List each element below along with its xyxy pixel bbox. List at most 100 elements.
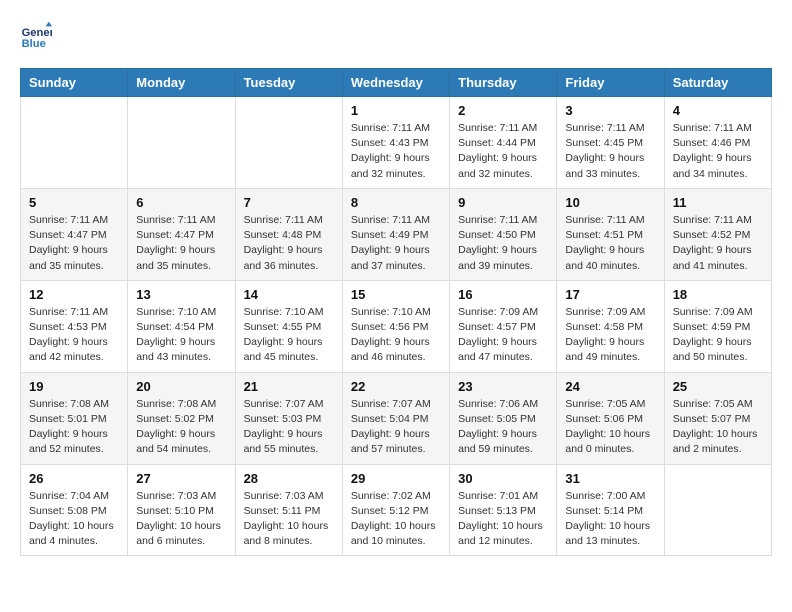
day-number: 17 — [565, 287, 655, 302]
day-cell: 27 Sunrise: 7:03 AM Sunset: 5:10 PM Dayli… — [128, 464, 235, 556]
day-cell: 13Sunrise: 7:10 AM Sunset: 4:54 PM Dayli… — [128, 280, 235, 372]
day-cell: 28 Sunrise: 7:03 AM Sunset: 5:11 PM Dayli… — [235, 464, 342, 556]
weekday-header-sunday: Sunday — [21, 69, 128, 97]
day-cell: 22 Sunrise: 7:07 AM Sunset: 5:04 PM Dayli… — [342, 372, 449, 464]
day-cell: 19Sunrise: 7:08 AM Sunset: 5:01 PM Dayli… — [21, 372, 128, 464]
day-cell — [664, 464, 771, 556]
day-cell: 11 Sunrise: 7:11 AM Sunset: 4:52 PM Dayli… — [664, 188, 771, 280]
day-cell: 7 Sunrise: 7:11 AM Sunset: 4:48 PM Daylig… — [235, 188, 342, 280]
day-info: Sunrise: 7:11 AM Sunset: 4:50 PM Dayligh… — [458, 213, 548, 274]
week-row-2: 5 Sunrise: 7:11 AM Sunset: 4:47 PM Daylig… — [21, 188, 772, 280]
day-cell: 8Sunrise: 7:11 AM Sunset: 4:49 PM Daylig… — [342, 188, 449, 280]
day-cell: 26 Sunrise: 7:04 AM Sunset: 5:08 PM Dayli… — [21, 464, 128, 556]
day-number: 16 — [458, 287, 548, 302]
week-row-5: 26 Sunrise: 7:04 AM Sunset: 5:08 PM Dayli… — [21, 464, 772, 556]
page-header: General Blue — [20, 20, 772, 52]
weekday-header-monday: Monday — [128, 69, 235, 97]
day-number: 12 — [29, 287, 119, 302]
day-number: 2 — [458, 103, 548, 118]
day-number: 31 — [565, 471, 655, 486]
day-number: 9 — [458, 195, 548, 210]
day-cell: 21Sunrise: 7:07 AM Sunset: 5:03 PM Dayli… — [235, 372, 342, 464]
day-cell: 24 Sunrise: 7:05 AM Sunset: 5:06 PM Dayli… — [557, 372, 664, 464]
day-info: Sunrise: 7:04 AM Sunset: 5:08 PM Dayligh… — [29, 489, 119, 550]
day-number: 13 — [136, 287, 226, 302]
week-row-4: 19Sunrise: 7:08 AM Sunset: 5:01 PM Dayli… — [21, 372, 772, 464]
day-number: 28 — [244, 471, 334, 486]
day-number: 11 — [673, 195, 763, 210]
svg-text:Blue: Blue — [22, 38, 46, 50]
day-number: 15 — [351, 287, 441, 302]
day-number: 23 — [458, 379, 548, 394]
day-number: 18 — [673, 287, 763, 302]
weekday-header-tuesday: Tuesday — [235, 69, 342, 97]
day-number: 3 — [565, 103, 655, 118]
day-cell: 1Sunrise: 7:11 AM Sunset: 4:43 PM Daylig… — [342, 97, 449, 189]
day-cell: 17 Sunrise: 7:09 AM Sunset: 4:58 PM Dayli… — [557, 280, 664, 372]
day-number: 26 — [29, 471, 119, 486]
day-info: Sunrise: 7:11 AM Sunset: 4:46 PM Dayligh… — [673, 121, 763, 182]
day-cell: 14 Sunrise: 7:10 AM Sunset: 4:55 PM Dayli… — [235, 280, 342, 372]
day-cell: 31Sunrise: 7:00 AM Sunset: 5:14 PM Dayli… — [557, 464, 664, 556]
day-cell: 4 Sunrise: 7:11 AM Sunset: 4:46 PM Daylig… — [664, 97, 771, 189]
day-number: 22 — [351, 379, 441, 394]
day-info: Sunrise: 7:11 AM Sunset: 4:52 PM Dayligh… — [673, 213, 763, 274]
day-info: Sunrise: 7:03 AM Sunset: 5:11 PM Dayligh… — [244, 489, 334, 550]
day-info: Sunrise: 7:11 AM Sunset: 4:51 PM Dayligh… — [565, 213, 655, 274]
day-cell: 12 Sunrise: 7:11 AM Sunset: 4:53 PM Dayli… — [21, 280, 128, 372]
day-cell: 6 Sunrise: 7:11 AM Sunset: 4:47 PM Daylig… — [128, 188, 235, 280]
day-info: Sunrise: 7:08 AM Sunset: 5:01 PM Dayligh… — [29, 397, 119, 458]
day-info: Sunrise: 7:01 AM Sunset: 5:13 PM Dayligh… — [458, 489, 548, 550]
day-number: 4 — [673, 103, 763, 118]
day-cell — [21, 97, 128, 189]
day-number: 7 — [244, 195, 334, 210]
day-info: Sunrise: 7:09 AM Sunset: 4:57 PM Dayligh… — [458, 305, 548, 366]
day-cell: 2 Sunrise: 7:11 AM Sunset: 4:44 PM Daylig… — [450, 97, 557, 189]
day-cell — [128, 97, 235, 189]
day-number: 14 — [244, 287, 334, 302]
day-number: 6 — [136, 195, 226, 210]
day-cell — [235, 97, 342, 189]
week-row-3: 12 Sunrise: 7:11 AM Sunset: 4:53 PM Dayli… — [21, 280, 772, 372]
day-number: 27 — [136, 471, 226, 486]
weekday-header-thursday: Thursday — [450, 69, 557, 97]
weekday-header-wednesday: Wednesday — [342, 69, 449, 97]
weekday-header-saturday: Saturday — [664, 69, 771, 97]
day-info: Sunrise: 7:08 AM Sunset: 5:02 PM Dayligh… — [136, 397, 226, 458]
day-info: Sunrise: 7:11 AM Sunset: 4:44 PM Dayligh… — [458, 121, 548, 182]
day-info: Sunrise: 7:11 AM Sunset: 4:48 PM Dayligh… — [244, 213, 334, 274]
day-cell: 15 Sunrise: 7:10 AM Sunset: 4:56 PM Dayli… — [342, 280, 449, 372]
day-number: 5 — [29, 195, 119, 210]
week-row-1: 1Sunrise: 7:11 AM Sunset: 4:43 PM Daylig… — [21, 97, 772, 189]
day-info: Sunrise: 7:05 AM Sunset: 5:06 PM Dayligh… — [565, 397, 655, 458]
calendar-table: SundayMondayTuesdayWednesdayThursdayFrid… — [20, 68, 772, 556]
day-info: Sunrise: 7:10 AM Sunset: 4:55 PM Dayligh… — [244, 305, 334, 366]
day-info: Sunrise: 7:02 AM Sunset: 5:12 PM Dayligh… — [351, 489, 441, 550]
day-number: 10 — [565, 195, 655, 210]
day-info: Sunrise: 7:09 AM Sunset: 4:58 PM Dayligh… — [565, 305, 655, 366]
day-info: Sunrise: 7:10 AM Sunset: 4:56 PM Dayligh… — [351, 305, 441, 366]
day-info: Sunrise: 7:09 AM Sunset: 4:59 PM Dayligh… — [673, 305, 763, 366]
day-cell: 20Sunrise: 7:08 AM Sunset: 5:02 PM Dayli… — [128, 372, 235, 464]
day-cell: 18 Sunrise: 7:09 AM Sunset: 4:59 PM Dayli… — [664, 280, 771, 372]
day-cell: 23 Sunrise: 7:06 AM Sunset: 5:05 PM Dayli… — [450, 372, 557, 464]
weekday-header-row: SundayMondayTuesdayWednesdayThursdayFrid… — [21, 69, 772, 97]
day-info: Sunrise: 7:07 AM Sunset: 5:04 PM Dayligh… — [351, 397, 441, 458]
day-info: Sunrise: 7:06 AM Sunset: 5:05 PM Dayligh… — [458, 397, 548, 458]
day-cell: 25Sunrise: 7:05 AM Sunset: 5:07 PM Dayli… — [664, 372, 771, 464]
logo: General Blue — [20, 20, 56, 52]
day-info: Sunrise: 7:11 AM Sunset: 4:47 PM Dayligh… — [136, 213, 226, 274]
day-cell: 29Sunrise: 7:02 AM Sunset: 5:12 PM Dayli… — [342, 464, 449, 556]
day-number: 25 — [673, 379, 763, 394]
day-cell: 16 Sunrise: 7:09 AM Sunset: 4:57 PM Dayli… — [450, 280, 557, 372]
day-number: 24 — [565, 379, 655, 394]
day-number: 1 — [351, 103, 441, 118]
day-cell: 3 Sunrise: 7:11 AM Sunset: 4:45 PM Daylig… — [557, 97, 664, 189]
day-cell: 5Sunrise: 7:11 AM Sunset: 4:47 PM Daylig… — [21, 188, 128, 280]
day-info: Sunrise: 7:11 AM Sunset: 4:53 PM Dayligh… — [29, 305, 119, 366]
day-info: Sunrise: 7:11 AM Sunset: 4:45 PM Dayligh… — [565, 121, 655, 182]
logo-icon: General Blue — [20, 20, 52, 52]
day-number: 30 — [458, 471, 548, 486]
day-info: Sunrise: 7:03 AM Sunset: 5:10 PM Dayligh… — [136, 489, 226, 550]
day-info: Sunrise: 7:11 AM Sunset: 4:49 PM Dayligh… — [351, 213, 441, 274]
